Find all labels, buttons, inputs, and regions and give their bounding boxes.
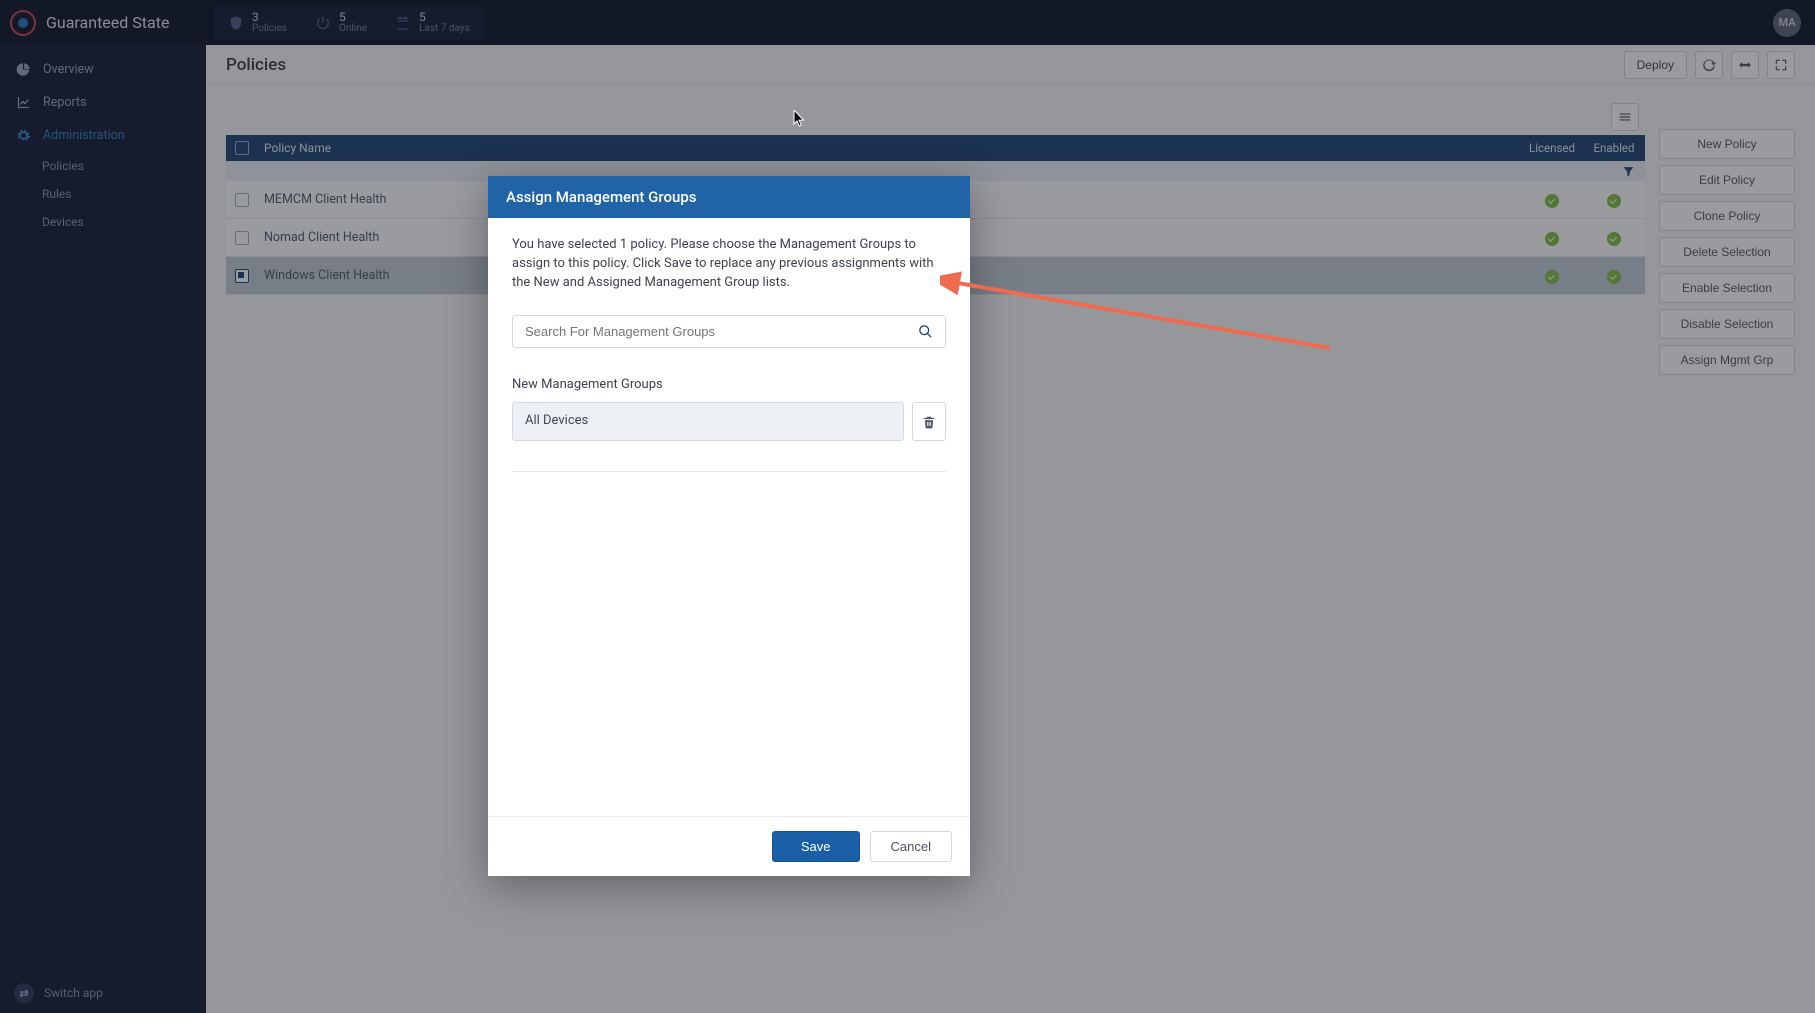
group-item: All Devices — [512, 402, 904, 441]
modal-title: Assign Management Groups — [488, 176, 970, 218]
modal-description: You have selected 1 policy. Please choos… — [512, 236, 946, 293]
assign-groups-modal: Assign Management Groups You have select… — [488, 176, 970, 876]
search-icon — [918, 324, 933, 339]
cancel-button[interactable]: Cancel — [870, 831, 952, 862]
modal-footer: Save Cancel — [488, 816, 970, 876]
trash-icon — [922, 415, 936, 429]
main: Policies Deploy — [206, 45, 1815, 1013]
new-groups-label: New Management Groups — [512, 376, 946, 395]
save-button[interactable]: Save — [772, 831, 860, 862]
mgmt-group-search-input[interactable] — [525, 324, 918, 339]
mgmt-group-search[interactable] — [512, 315, 946, 348]
remove-group-button[interactable] — [912, 402, 946, 441]
